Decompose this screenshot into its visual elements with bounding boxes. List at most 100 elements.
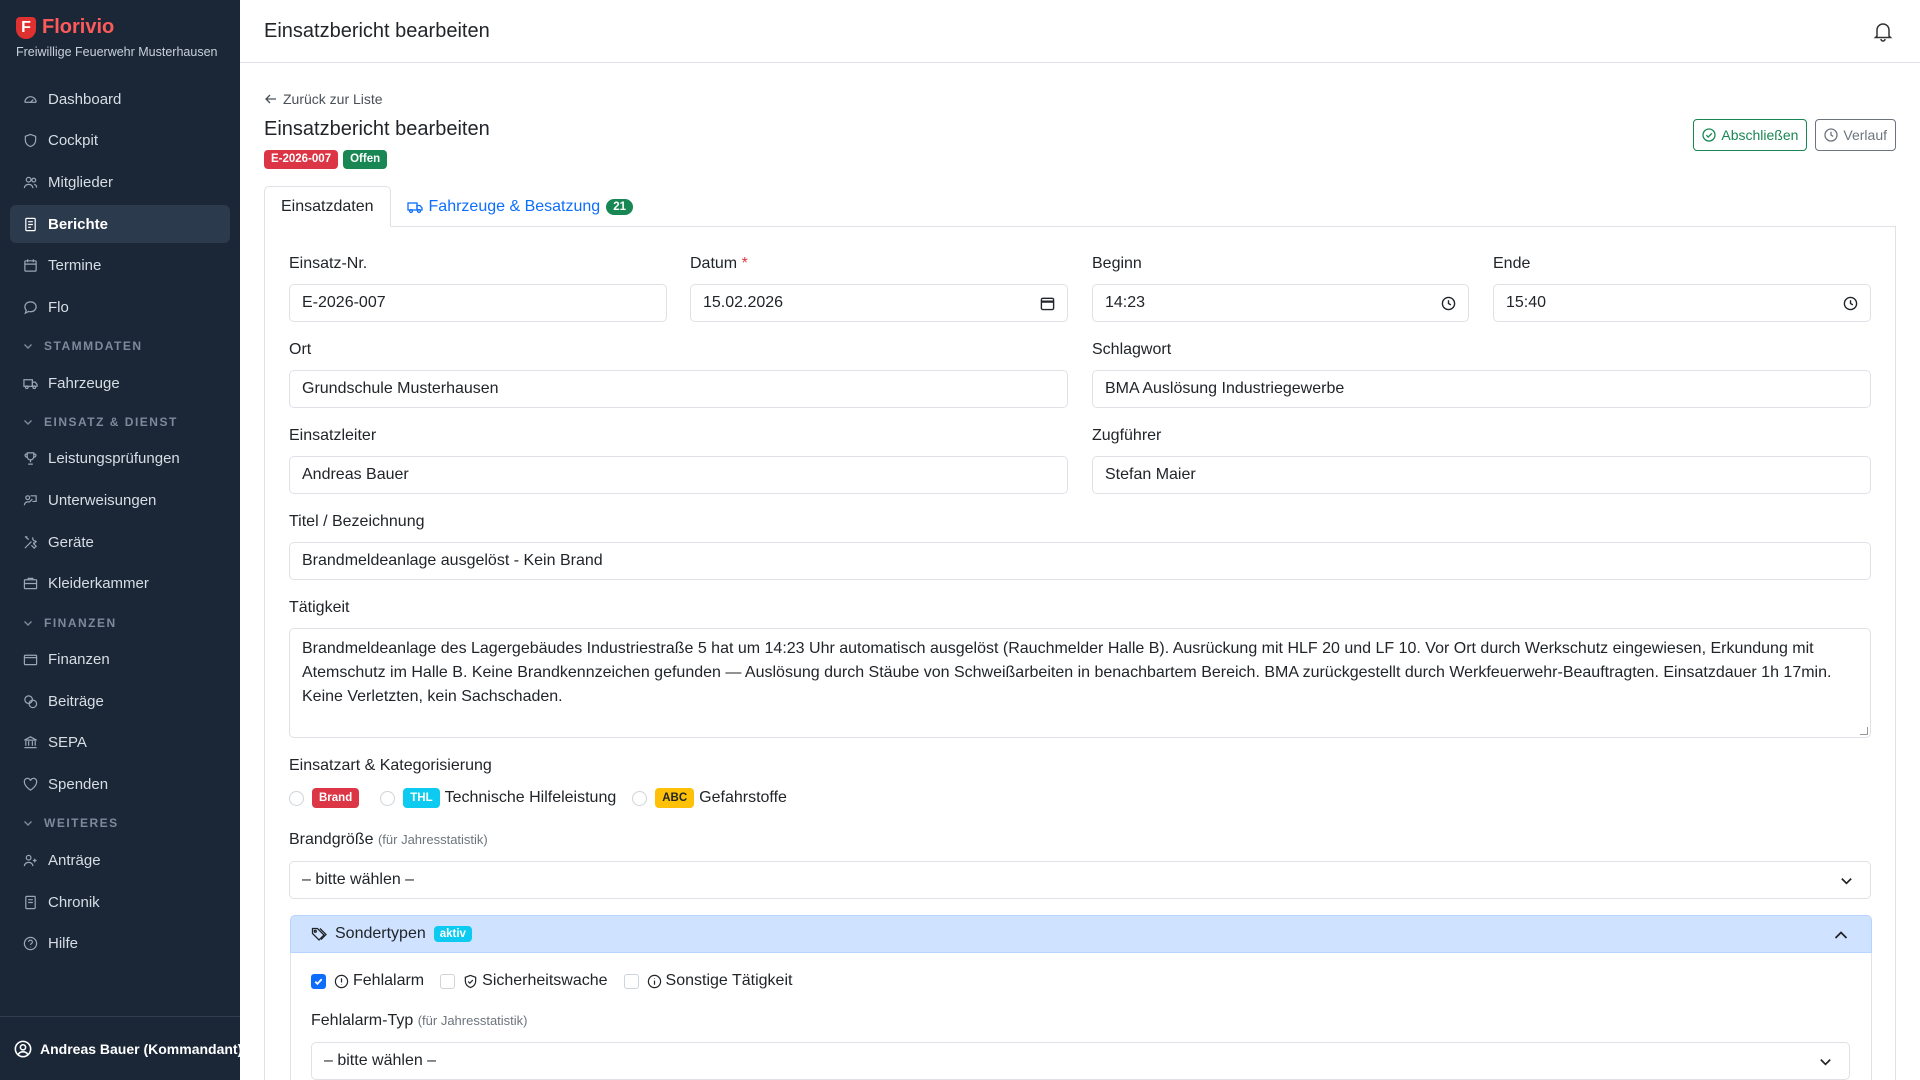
info-circle-icon [647,974,661,988]
radio-brand[interactable] [289,790,304,806]
sicherheitswache-label: Sicherheitswache [482,972,608,989]
sidebar-item-label: SEPA [48,734,87,752]
dashboard-icon [22,91,38,107]
bank-icon [22,735,38,751]
bell-icon[interactable] [1872,20,1894,42]
sidebar-item-label: Fahrzeuge [48,374,120,392]
taetigkeit-label: Tätigkeit [289,599,350,616]
clock-icon [1843,296,1858,311]
brandgroesse-select[interactable]: – bitte wählen – [289,861,1871,899]
history-icon [1824,128,1839,142]
sidebar-item-leistungspruefungen[interactable]: Leistungsprüfungen [10,440,230,478]
user-plus-icon [22,852,38,868]
user-menu[interactable]: Andreas Bauer (Kommandant) [0,1016,240,1080]
sidebar-item-label: Leistungsprüfungen [48,450,180,468]
sicherheitswache-checkbox[interactable] [440,973,456,989]
sidebar-item-cockpit[interactable]: Cockpit [10,122,230,160]
sidebar-item-kleiderkammer[interactable]: Kleiderkammer [10,565,230,603]
topbar: Einsatzbericht bearbeiten [240,0,1920,63]
ort-label: Ort [289,341,312,358]
tab-fahrzeuge[interactable]: Fahrzeuge & Besatzung 21 [391,186,649,227]
history-button[interactable]: Verlauf [1815,119,1896,151]
section-weiteres[interactable]: WEITERES [10,807,230,839]
sidebar-item-mitglieder[interactable]: Mitglieder [10,163,230,201]
trophy-icon [22,451,38,467]
sidebar-item-hilfe[interactable]: Hilfe [10,925,230,963]
sidebar-item-dashboard[interactable]: Dashboard [10,80,230,118]
sidebar-item-label: Unterweisungen [48,492,157,509]
page-title: Einsatzbericht bearbeiten [264,118,490,140]
radio-thl[interactable] [380,790,396,806]
radio-abc[interactable] [632,790,648,806]
einsatzleiter-label: Einsatzleiter [289,427,377,444]
section-stammdaten[interactable]: STAMMDATEN [10,330,230,362]
sonstige-checkbox[interactable] [623,973,639,989]
einsatz-nr-input[interactable]: E-2026-007 [289,284,667,322]
back-link[interactable]: Zurück zur Liste [264,91,383,107]
fehlalarm-checkbox[interactable] [311,973,326,989]
einsatzleiter-input[interactable]: Andreas Bauer [289,456,1068,494]
chat-icon [22,299,38,315]
beginn-input[interactable]: 14:23 [1092,284,1469,322]
users-icon [22,174,38,190]
schlagwort-input[interactable]: BMA Auslösung Industriegewerbe [1092,370,1871,408]
datum-input[interactable]: 15.02.2026 [690,284,1068,322]
chevron-down-icon [24,344,32,350]
sondertypen-options: Fehlalarm Sicherheitswache Sonstige Täti… [311,972,792,990]
sidebar-item-unterweisungen[interactable]: Unterweisungen [10,482,230,520]
brandgroesse-label: Brandgröße (für Jahresstatistik) [289,831,488,848]
sidebar-item-berichte[interactable]: Berichte [10,205,230,244]
sidebar-item-beitraege[interactable]: Beiträge [10,682,230,720]
sidebar-nav: Dashboard Cockpit Mitglieder Berichte Te… [10,80,230,966]
calendar-icon [22,258,38,274]
sondertypen-header[interactable]: Sondertypen aktiv [290,915,1872,953]
clock-icon [1441,296,1456,311]
zugfuehrer-input[interactable]: Stefan Maier [1092,456,1871,494]
sidebar-item-geraete[interactable]: Geräte [10,523,230,561]
chevron-down-icon [1841,878,1852,885]
presentation-icon [22,493,38,509]
taetigkeit-textarea[interactable]: Brandmeldeanlage des Lagergebäudes Indus… [289,628,1871,738]
brand[interactable]: F Florivio Freiwillige Feuerwehr Musterh… [16,16,217,59]
sidebar-item-antraege[interactable]: Anträge [10,841,230,879]
sidebar-item-label: Flo [48,298,69,316]
sidebar-item-flo[interactable]: Flo [10,288,230,326]
report-id-badge: E-2026-007 [264,150,339,169]
sidebar-item-chronik[interactable]: Chronik [10,883,230,921]
resize-handle[interactable] [1860,727,1868,735]
tab-einsatzdaten[interactable]: Einsatzdaten [264,186,391,227]
check-icon [314,978,323,985]
titel-label: Titel / Bezeichnung [289,513,425,530]
section-finanzen[interactable]: FINANZEN [10,607,230,639]
book-icon [22,894,38,910]
user-circle-icon [14,1040,32,1057]
ende-input[interactable]: 15:40 [1493,284,1871,322]
beginn-label: Beginn [1092,255,1142,272]
fehlalarm-typ-select[interactable]: – bitte wählen – [311,1042,1850,1080]
box-icon [22,576,38,592]
abc-label: Gefahrstoffe [699,789,787,806]
titel-input[interactable]: Brandmeldeanlage ausgelöst - Kein Brand [289,542,1871,580]
tabs: Einsatzdaten Fahrzeuge & Besatzung 21 [264,186,1896,227]
sidebar-item-fahrzeuge[interactable]: Fahrzeuge [10,364,230,402]
sidebar-item-label: Dashboard [48,90,122,108]
sidebar-item-label: Kleiderkammer [48,575,149,593]
alert-circle-icon [334,974,349,988]
complete-button[interactable]: Abschließen [1693,119,1808,151]
sidebar-item-label: Beiträge [48,692,104,710]
sidebar-item-label: Mitglieder [48,173,114,191]
chevron-down-icon [24,419,32,425]
sidebar-item-spenden[interactable]: Spenden [10,766,230,804]
datum-label: Datum * [690,255,748,272]
sidebar-item-finanzen[interactable]: Finanzen [10,641,230,679]
chevron-down-icon [24,821,32,827]
brand-subtitle: Freiwillige Feuerwehr Musterhausen [16,45,218,59]
fehlalarm-typ-label: Fehlalarm-Typ (für Jahresstatistik) [311,1012,528,1029]
ort-input[interactable]: Grundschule Musterhausen [289,370,1068,408]
sidebar-item-label: Anträge [48,851,101,869]
sidebar-item-termine[interactable]: Termine [10,247,230,285]
zugfuehrer-label: Zugführer [1092,427,1162,444]
section-einsatz[interactable]: EINSATZ & DIENST [10,406,230,438]
truck-icon [406,201,423,213]
sidebar-item-sepa[interactable]: SEPA [10,724,230,762]
